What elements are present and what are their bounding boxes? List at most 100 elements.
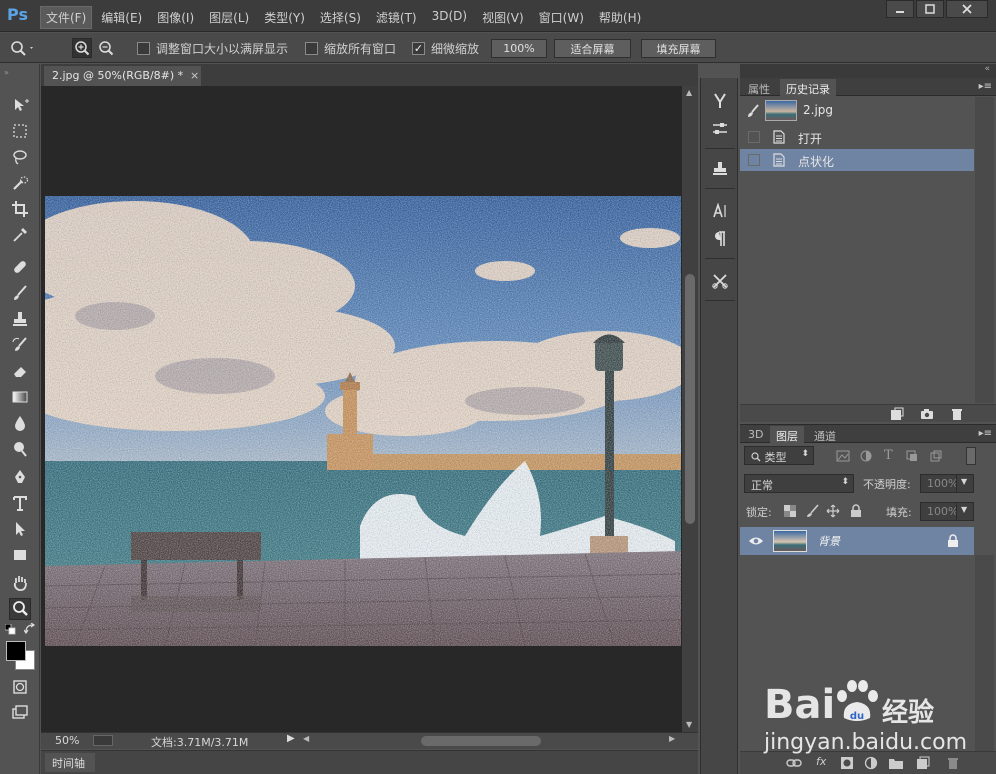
tab-3d[interactable]: 3D [742, 426, 769, 443]
layer-visibility-eye-icon[interactable] [748, 535, 764, 547]
menu-file[interactable]: 文件(F) [40, 6, 93, 29]
menu-type[interactable]: 类型(Y) [258, 6, 311, 29]
menu-help[interactable]: 帮助(H) [593, 6, 647, 29]
menu-3d[interactable]: 3D(D) [426, 6, 473, 29]
tool-preset-picker[interactable] [8, 38, 36, 58]
menu-view[interactable]: 视图(V) [476, 6, 530, 29]
dock-collapse-icon[interactable]: « [984, 64, 990, 74]
brush-tool[interactable] [9, 282, 31, 304]
lock-transparent-pixels-icon[interactable] [784, 505, 796, 517]
default-colors-icon[interactable] [4, 623, 17, 639]
swap-colors-icon[interactable] [23, 622, 36, 638]
move-tool[interactable] [9, 94, 31, 116]
menu-select[interactable]: 选择(S) [314, 6, 367, 29]
history-panel-menu-icon[interactable]: ▸≡ [979, 81, 992, 92]
zoom-100-button[interactable]: 100% [491, 39, 547, 58]
camera-icon[interactable] [920, 407, 934, 421]
screen-mode-button[interactable] [9, 702, 31, 724]
adjustments-panel-icon[interactable] [709, 118, 731, 140]
history-step-checkbox[interactable] [748, 154, 760, 166]
zoom-all-option[interactable]: 缩放所有窗口 [305, 38, 396, 58]
filter-pixel-layer-icon[interactable] [836, 450, 850, 462]
eyedropper-tool[interactable] [9, 224, 31, 246]
pen-tool[interactable] [9, 466, 31, 488]
history-brush-source-icon[interactable] [746, 103, 762, 119]
clone-stamp-tool[interactable] [9, 308, 31, 330]
type-tool[interactable] [9, 492, 31, 514]
blur-tool[interactable] [9, 412, 31, 434]
lasso-tool[interactable] [9, 146, 31, 168]
layer-filter-select[interactable]: 类型 ⬍ [744, 446, 814, 465]
zoom-in-button[interactable] [72, 38, 92, 58]
tool-presets-panel-icon[interactable] [709, 270, 731, 292]
canvas-area[interactable] [41, 86, 682, 732]
vertical-scroll-thumb[interactable] [685, 274, 695, 524]
filter-shape-layer-icon[interactable] [906, 450, 918, 462]
tab-channels[interactable]: 通道 [808, 426, 842, 443]
layer-row-background[interactable]: 背景 [740, 527, 974, 555]
status-share-icon[interactable] [93, 735, 113, 746]
lock-image-pixels-icon[interactable] [806, 504, 820, 518]
close-window-button[interactable] [946, 0, 988, 18]
paragraph-panel-icon[interactable] [709, 228, 731, 250]
zoom-level[interactable]: 50% [55, 734, 79, 747]
history-scrollbar[interactable] [975, 97, 994, 403]
filter-adjustment-layer-icon[interactable] [860, 450, 872, 462]
fill-dropdown-icon[interactable]: ▼ [956, 502, 974, 521]
gradient-tool[interactable] [9, 386, 31, 408]
document-tab[interactable]: 2.jpg @ 50%(RGB/8#) * × [44, 66, 201, 86]
shape-tool[interactable] [9, 544, 31, 566]
lock-all-icon[interactable] [850, 504, 862, 518]
zoom-out-button[interactable] [96, 38, 116, 58]
document-image[interactable] [45, 196, 681, 646]
toolbar-collapse-icon[interactable]: » [4, 68, 9, 77]
scroll-up-arrow-icon[interactable]: ▲ [686, 88, 692, 97]
history-snapshot[interactable]: 2.jpg [740, 98, 974, 124]
resize-windows-checkbox[interactable] [137, 41, 150, 55]
filter-toggle-switch[interactable] [966, 447, 976, 465]
dodge-tool[interactable] [9, 438, 31, 460]
canvas-vertical-scrollbar[interactable]: ▲ ▼ [682, 86, 698, 732]
timeline-tab[interactable]: 时间轴 [45, 753, 95, 772]
menu-edit[interactable]: 编辑(E) [95, 6, 148, 29]
horizontal-scroll-thumb[interactable] [421, 736, 541, 746]
filter-smart-object-icon[interactable] [930, 450, 942, 462]
fill-screen-button[interactable]: 填充屏幕 [641, 39, 716, 58]
scrubby-zoom-checkbox[interactable]: ✓ [412, 41, 425, 55]
fit-screen-button[interactable]: 适合屏幕 [554, 39, 631, 58]
history-brush-tool[interactable] [9, 334, 31, 356]
history-step-pointillize[interactable]: 点状化 [740, 149, 974, 171]
marquee-tool[interactable] [9, 120, 31, 142]
healing-brush-tool[interactable] [9, 256, 31, 278]
clone-source-panel-icon[interactable] [709, 158, 731, 180]
status-menu-arrow-icon[interactable]: ▶ [287, 733, 295, 744]
quick-selection-tool[interactable] [9, 172, 31, 194]
close-document-icon[interactable]: × [190, 69, 199, 82]
zoom-tool[interactable] [9, 598, 31, 620]
menu-layer[interactable]: 图层(L) [203, 6, 255, 29]
character-panel-icon[interactable] [709, 200, 731, 222]
maximize-button[interactable] [916, 0, 944, 18]
scroll-down-arrow-icon[interactable]: ▼ [686, 720, 692, 729]
blend-mode-select[interactable]: 正常 ⬍ [744, 474, 854, 493]
scroll-left-arrow-icon[interactable]: ◀ [303, 734, 309, 743]
menu-window[interactable]: 窗口(W) [533, 6, 590, 29]
zoom-all-checkbox[interactable] [305, 41, 318, 55]
minimize-button[interactable] [886, 0, 914, 18]
tab-properties[interactable]: 属性 [742, 79, 776, 96]
path-selection-tool[interactable] [9, 518, 31, 540]
layers-panel-menu-icon[interactable]: ▸≡ [979, 428, 992, 439]
history-panel-icon[interactable] [709, 90, 731, 112]
opacity-dropdown-icon[interactable]: ▼ [956, 474, 974, 493]
quick-mask-button[interactable] [9, 676, 31, 698]
history-step-checkbox[interactable] [748, 131, 760, 143]
scroll-right-arrow-icon[interactable]: ▶ [669, 734, 675, 743]
menu-filter[interactable]: 滤镜(T) [370, 6, 423, 29]
layer-name[interactable]: 背景 [818, 533, 840, 549]
filter-type-layer-icon[interactable]: T [884, 448, 893, 463]
hand-tool[interactable] [9, 572, 31, 594]
scrubby-zoom-option[interactable]: ✓ 细微缩放 [412, 38, 479, 58]
trash-icon[interactable] [950, 407, 964, 421]
tab-layers[interactable]: 图层 [770, 426, 804, 443]
tab-history[interactable]: 历史记录 [780, 79, 836, 96]
